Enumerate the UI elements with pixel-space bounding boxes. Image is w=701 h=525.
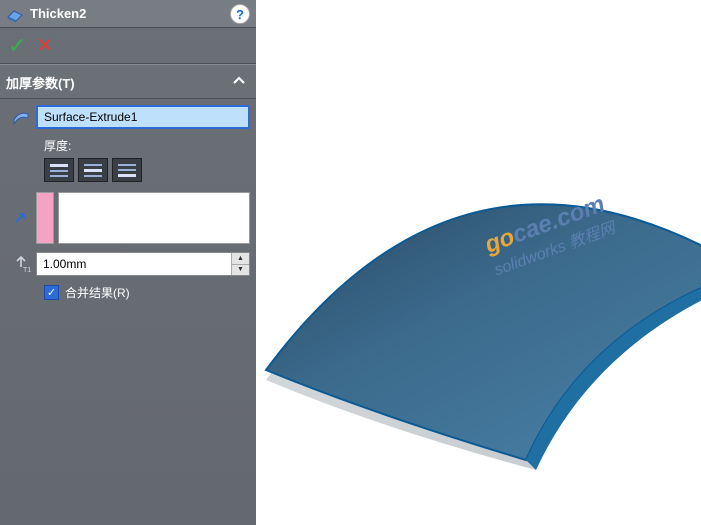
thicken-params-body: Surface-Extrude1 厚度: T1 xyxy=(0,99,256,307)
model-surface xyxy=(256,70,701,490)
thickness-spinner: ▲ ▼ xyxy=(231,253,249,275)
surface-selection-input[interactable]: Surface-Extrude1 xyxy=(36,105,250,129)
help-icon[interactable]: ? xyxy=(230,4,250,24)
confirm-bar: ✓ ✕ xyxy=(0,28,256,64)
direction-arrow-icon xyxy=(6,192,36,226)
cancel-button[interactable]: ✕ xyxy=(36,33,53,58)
ok-button[interactable]: ✓ xyxy=(8,33,26,59)
thicken-bothsides-button[interactable] xyxy=(78,158,108,182)
thicken-params-header[interactable]: 加厚参数(T) xyxy=(0,64,256,99)
thicken-side1-button[interactable] xyxy=(44,158,74,182)
surface-select-icon xyxy=(6,107,36,127)
thickness-spinner-up[interactable]: ▲ xyxy=(232,253,249,265)
thickness-label: 厚度: xyxy=(44,137,250,154)
depth-t1-icon: T1 xyxy=(6,254,36,274)
section-title: 加厚参数(T) xyxy=(6,73,75,92)
merge-result-label: 合并结果(R) xyxy=(65,284,130,301)
thicken-side2-button[interactable] xyxy=(112,158,142,182)
thickness-side-buttons xyxy=(44,158,250,182)
thicken-feature-icon xyxy=(6,5,24,23)
merge-result-row: ✓ 合并结果(R) xyxy=(44,284,250,301)
merge-result-checkbox[interactable]: ✓ xyxy=(44,285,59,300)
property-manager-panel: Thicken2 ? ✓ ✕ 加厚参数(T) Surface-Extrude1 … xyxy=(0,0,256,525)
feature-scope-list[interactable] xyxy=(58,192,250,244)
panel-header: Thicken2 ? xyxy=(0,0,256,28)
thickness-spinner-down[interactable]: ▼ xyxy=(232,265,249,276)
collapse-chevron-icon[interactable] xyxy=(232,74,246,91)
graphics-viewport[interactable]: gocae.com solidworks 教程网 xyxy=(256,0,701,525)
thickness-value-text: 1.00mm xyxy=(43,257,86,271)
feature-name: Thicken2 xyxy=(30,6,86,21)
depth-row: T1 1.00mm ▲ ▼ xyxy=(6,252,250,276)
svg-text:T1: T1 xyxy=(23,267,31,274)
thickness-value-input[interactable]: 1.00mm ▲ ▼ xyxy=(36,252,250,276)
surface-selection-row: Surface-Extrude1 xyxy=(6,105,250,129)
direction-row xyxy=(6,192,250,244)
body-color-swatch[interactable] xyxy=(36,192,54,244)
